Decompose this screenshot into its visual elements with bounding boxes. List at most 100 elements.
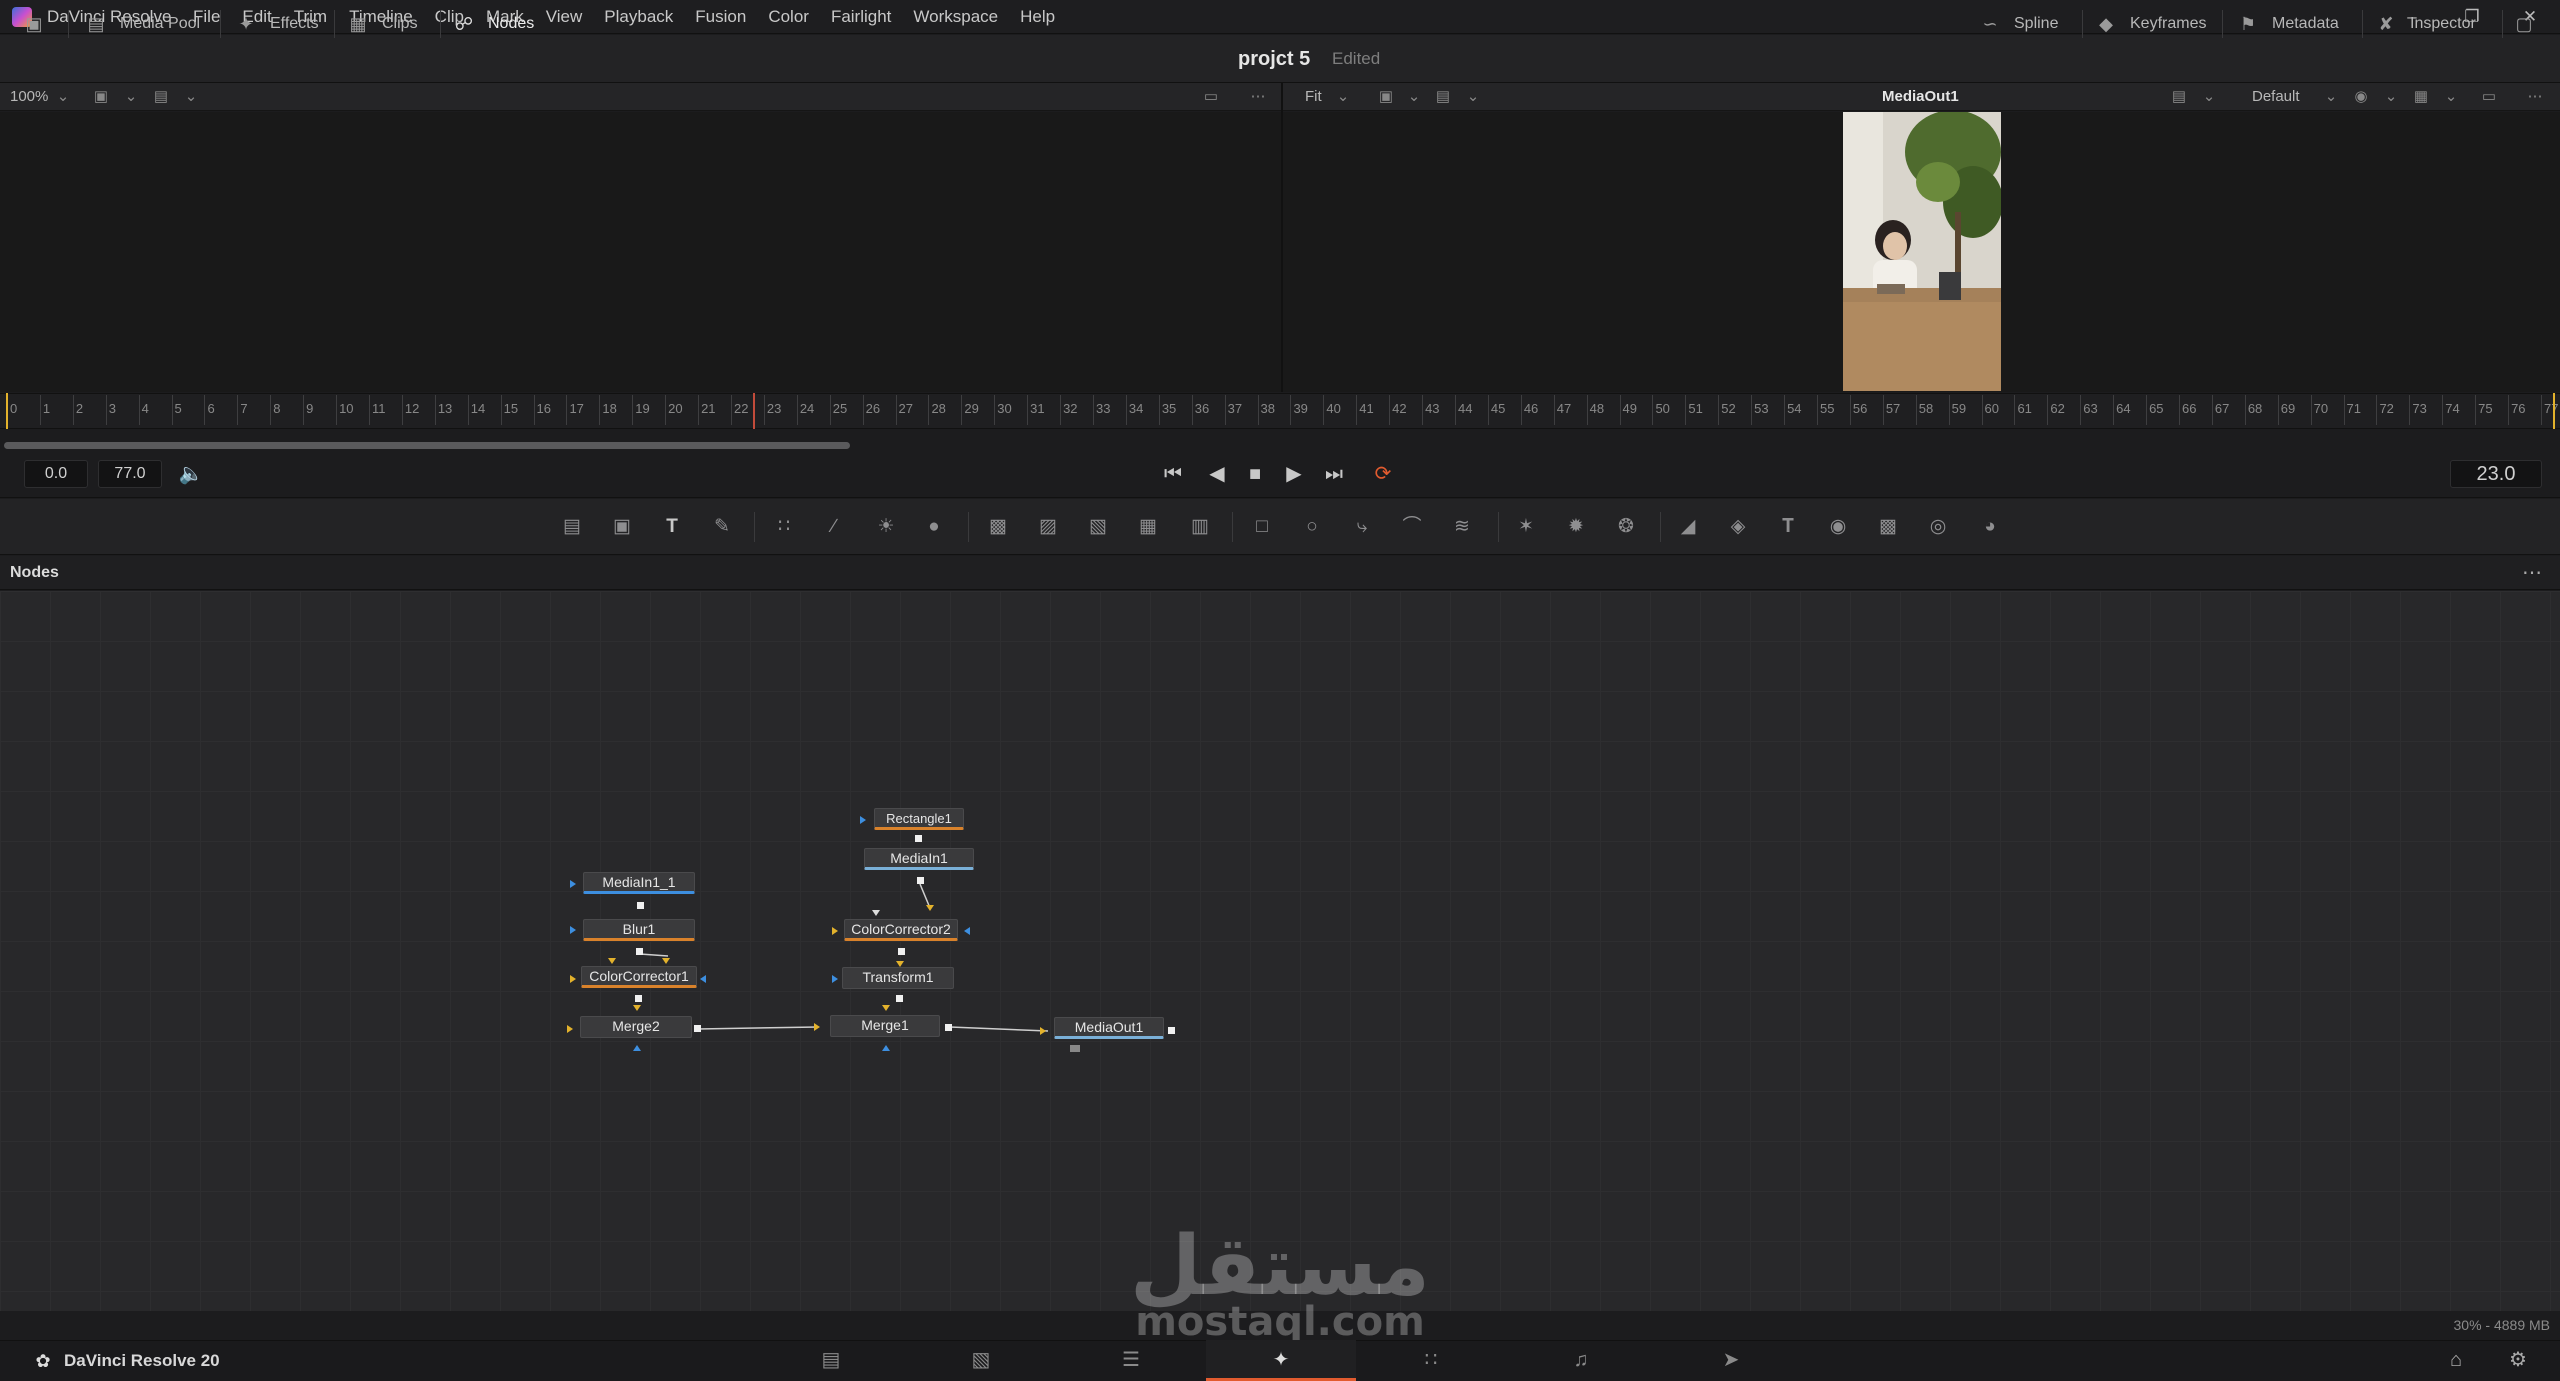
chevron-down-icon[interactable]: ⌄	[180, 87, 202, 107]
inspector-button[interactable]: ✘ Inspector	[2374, 0, 2475, 48]
render-end-marker[interactable]	[2553, 393, 2555, 429]
node-colorcorrector1[interactable]: ColorCorrector1	[581, 966, 697, 988]
wand-mask-icon[interactable]: ≋	[1446, 511, 1478, 543]
node-transform1[interactable]: Transform1	[842, 967, 954, 989]
curves-tool-icon[interactable]: ∕	[818, 511, 850, 543]
left-viewer[interactable]	[0, 112, 1281, 392]
chevron-down-icon[interactable]: ⌄	[2320, 87, 2342, 107]
brightness-contrast-tool-icon[interactable]: ☀	[870, 511, 902, 543]
node-merge2[interactable]: Merge2	[580, 1016, 692, 1038]
particle-style-icon[interactable]: ❂	[1610, 511, 1642, 543]
page-media-icon[interactable]: ▤	[756, 1340, 906, 1381]
right-viewer-fit[interactable]: Fit	[1305, 83, 1322, 111]
shape-3d-icon[interactable]: ◈	[1722, 511, 1754, 543]
go-to-start-icon[interactable]: ⏮	[1156, 458, 1190, 490]
background-tool-icon[interactable]: ▤	[556, 511, 588, 543]
node-rectangle1[interactable]: Rectangle1	[874, 808, 964, 830]
single-view-icon[interactable]: ▭	[2478, 87, 2500, 107]
menu-workspace[interactable]: Workspace	[902, 0, 1009, 34]
merge-tool-icon[interactable]: ▩	[982, 511, 1014, 543]
node-blur1[interactable]: Blur1	[583, 919, 695, 941]
metadata-button[interactable]: ⚑ Metadata	[2236, 0, 2339, 48]
image-plane-tool-icon[interactable]: ▣	[606, 511, 638, 543]
chevron-down-icon[interactable]: ⌄	[2198, 87, 2220, 107]
node-merge1[interactable]: Merge1	[830, 1015, 940, 1037]
particle-render-icon[interactable]: ✹	[1560, 511, 1592, 543]
render-start-field[interactable]: 0.0	[24, 460, 88, 488]
page-deliver-icon[interactable]: ➤	[1656, 1340, 1806, 1381]
paint-tool-icon[interactable]: ✎	[706, 511, 738, 543]
camera-3d-icon[interactable]: ▩	[1872, 511, 1904, 543]
play-reverse-icon[interactable]: ◀	[1200, 458, 1234, 490]
render-end-field[interactable]: 77.0	[98, 460, 162, 488]
menu-help[interactable]: Help	[1009, 0, 1066, 34]
clips-button[interactable]: ▦ Clips	[346, 0, 417, 48]
bspline-mask-icon[interactable]: ⌒	[1396, 511, 1428, 543]
node-mediain1-1[interactable]: MediaIn1_1	[583, 872, 695, 894]
home-icon[interactable]: ⌂	[2436, 1340, 2476, 1381]
roi-icon[interactable]: ▤	[150, 87, 172, 107]
node-mediain1[interactable]: MediaIn1	[864, 848, 974, 870]
text-tool-icon[interactable]: T	[656, 511, 688, 543]
page-fairlight-icon[interactable]: ♫	[1506, 1340, 1656, 1381]
chevron-down-icon[interactable]: ⌄	[1462, 87, 1484, 107]
viewer-option-icon[interactable]: ▣	[90, 87, 112, 107]
viewer-option-icon[interactable]: ▣	[1375, 87, 1397, 107]
saver-tool-icon[interactable]: ▥	[1184, 511, 1216, 543]
particles-tool-icon[interactable]: ∷	[768, 511, 800, 543]
page-edit-icon[interactable]: ☰	[1056, 1340, 1206, 1381]
loop-icon[interactable]: ⟳	[1366, 458, 1400, 490]
merge-3d-icon[interactable]: ◉	[1822, 511, 1854, 543]
effects-button[interactable]: ✦ Effects	[234, 0, 318, 48]
layout-icon[interactable]: ▤	[2168, 87, 2190, 107]
light-3d-icon[interactable]: ◎	[1922, 511, 1954, 543]
loader-tool-icon[interactable]: ▦	[1132, 511, 1164, 543]
menu-playback[interactable]: Playback	[593, 0, 684, 34]
renderer-3d-icon[interactable]: ◕	[1974, 511, 2006, 543]
chevron-down-icon[interactable]: ⌄	[1332, 87, 1354, 107]
node-colorcorrector2[interactable]: ColorCorrector2	[844, 919, 958, 941]
node-mediaout1[interactable]: MediaOut1	[1054, 1017, 1164, 1039]
go-to-end-icon[interactable]: ⏭	[1317, 458, 1351, 490]
chevron-down-icon[interactable]: ⌄	[52, 87, 74, 107]
more-options-icon[interactable]: ⋯	[2524, 87, 2546, 107]
single-view-icon[interactable]: ▭	[1200, 87, 1222, 107]
keyframes-button[interactable]: ◆ Keyframes	[2094, 0, 2206, 48]
page-cut-icon[interactable]: ▧	[906, 1340, 1056, 1381]
text-3d-icon[interactable]: 𝐓	[1772, 511, 1804, 543]
chevron-down-icon[interactable]: ⌄	[1403, 87, 1425, 107]
fullscreen-button[interactable]: ▢	[2512, 0, 2536, 48]
grid-icon[interactable]: ▦	[2410, 87, 2432, 107]
matte-control-tool-icon[interactable]: ▧	[1082, 511, 1114, 543]
menu-fairlight[interactable]: Fairlight	[820, 0, 902, 34]
spline-button[interactable]: ∽ Spline	[1978, 0, 2058, 48]
nodes-more-options-icon[interactable]: ⋯	[2522, 556, 2542, 590]
render-start-marker[interactable]	[6, 393, 8, 429]
roi-icon[interactable]: ▤	[1432, 87, 1454, 107]
chevron-down-icon[interactable]: ⌄	[2440, 87, 2462, 107]
settings-gear-icon[interactable]: ⚙	[2498, 1340, 2538, 1381]
lut-select[interactable]: Default	[2252, 83, 2300, 111]
left-viewer-zoom[interactable]: 100%	[10, 83, 48, 111]
menu-view[interactable]: View	[535, 0, 594, 34]
page-color-icon[interactable]: ∷	[1356, 1340, 1506, 1381]
node-canvas[interactable]	[0, 591, 2560, 1311]
particle-emitter-icon[interactable]: ✶	[1510, 511, 1542, 543]
current-frame-field[interactable]: 23.0	[2450, 460, 2542, 488]
color-channel-icon[interactable]: ◉	[2350, 87, 2372, 107]
chevron-down-icon[interactable]: ⌄	[120, 87, 142, 107]
ellipse-mask-icon[interactable]: ○	[1296, 511, 1328, 543]
channel-booleans-tool-icon[interactable]: ▨	[1032, 511, 1064, 543]
image-3d-icon[interactable]: ◢	[1672, 511, 1704, 543]
play-forward-icon[interactable]: ▶	[1277, 458, 1311, 490]
more-options-icon[interactable]: ⋯	[1247, 87, 1269, 107]
rectangle-mask-icon[interactable]: □	[1246, 511, 1278, 543]
stop-icon[interactable]: ■	[1238, 458, 1272, 490]
panel-toggle-button[interactable]: ▣	[22, 0, 46, 48]
menu-color[interactable]: Color	[757, 0, 820, 34]
page-fusion-icon[interactable]: ✦	[1206, 1340, 1356, 1381]
polygon-mask-icon[interactable]: ⤷	[1346, 511, 1378, 543]
nodes-button[interactable]: ☍ Nodes	[452, 0, 534, 48]
media-pool-button[interactable]: ▤ Media Pool	[84, 0, 200, 48]
audio-speaker-icon[interactable]: 🔈	[174, 458, 208, 490]
